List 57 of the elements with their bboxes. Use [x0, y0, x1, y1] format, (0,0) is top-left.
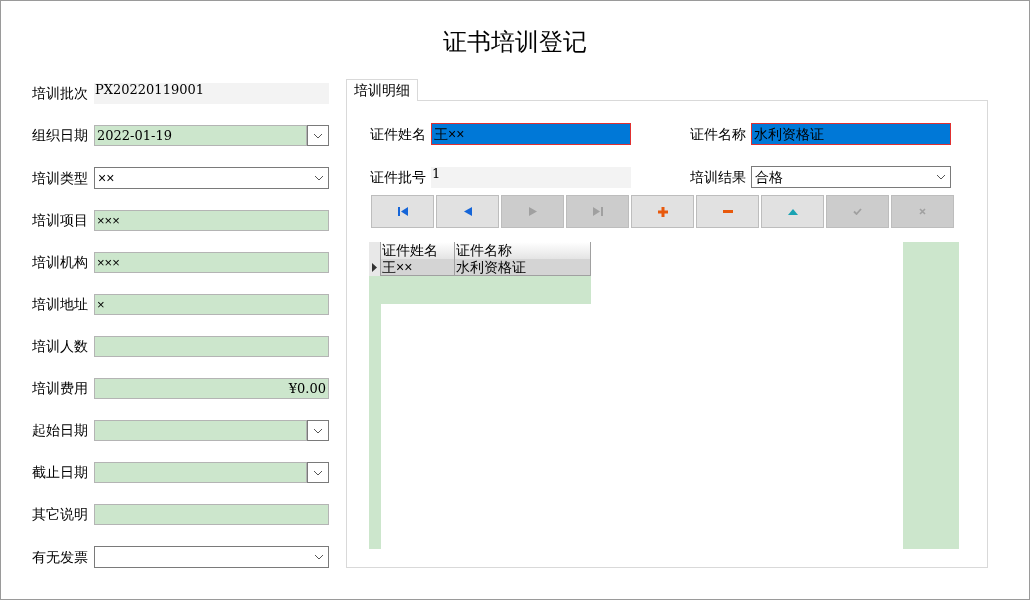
input-field[interactable]: 王×× — [431, 123, 631, 145]
read-only-field: 1 — [431, 166, 631, 188]
field-label: 有无发票 — [32, 547, 89, 567]
field-label: 培训地址 — [32, 295, 89, 314]
plus-icon — [657, 206, 668, 217]
input-field[interactable]: 水利资格证 — [751, 123, 951, 145]
field-label: 组织日期 — [32, 126, 89, 145]
input-field[interactable] — [94, 336, 329, 357]
chevron-down-icon — [313, 427, 323, 434]
dropdown-field[interactable]: ×× — [94, 167, 329, 189]
input-field[interactable]: ¥0.00 — [94, 378, 329, 399]
dropdown-field[interactable]: 合格 — [751, 166, 951, 188]
row-header — [369, 242, 381, 259]
field-label: 其它说明 — [32, 505, 89, 524]
field-label: 培训类型 — [32, 168, 89, 188]
chevron-down-icon — [314, 175, 324, 181]
field-label: 培训项目 — [32, 211, 89, 230]
field-label: 证件名称 — [690, 124, 747, 144]
chevron-down-icon — [314, 554, 324, 560]
date-field[interactable] — [94, 462, 307, 483]
input-field[interactable]: ××× — [94, 210, 329, 231]
dropdown-button[interactable] — [307, 462, 329, 483]
field-label: 培训批次 — [32, 84, 89, 103]
field-label: 培训结果 — [690, 167, 747, 187]
skip-to-start-icon — [397, 207, 408, 216]
date-field[interactable] — [94, 420, 307, 441]
triangle-right-icon — [528, 207, 537, 216]
row-header[interactable] — [369, 259, 381, 276]
field-label: 培训人数 — [32, 337, 89, 356]
tab[interactable]: 培训明细 — [346, 79, 418, 101]
close-icon — [919, 208, 926, 215]
field-label: 培训机构 — [32, 253, 89, 272]
input-field[interactable]: × — [94, 294, 329, 315]
triangle-left-icon — [463, 207, 472, 216]
read-only-field: PX20220119001 — [94, 83, 329, 104]
toolbar-button[interactable] — [631, 195, 694, 228]
date-field[interactable]: 2022-01-19 — [94, 125, 307, 146]
dropdown-button[interactable] — [307, 125, 329, 146]
field-label: 证件批号 — [370, 167, 427, 187]
chevron-down-icon — [313, 132, 323, 139]
input-field[interactable]: ××× — [94, 252, 329, 273]
input-field[interactable] — [94, 504, 329, 525]
checkmark-icon — [853, 208, 862, 215]
chevron-down-icon — [936, 174, 946, 180]
field-label: 起始日期 — [32, 421, 89, 440]
skip-to-end-icon — [592, 207, 603, 216]
current-row-icon — [372, 263, 377, 272]
field-label: 证件姓名 — [370, 124, 427, 144]
dropdown-button[interactable] — [307, 420, 329, 441]
toolbar-button[interactable] — [371, 195, 434, 228]
field-label: 培训费用 — [32, 379, 89, 398]
minus-icon — [722, 210, 733, 213]
triangle-up-icon — [787, 208, 798, 215]
dropdown-field[interactable] — [94, 546, 329, 568]
form-title: 证书培训登记 — [443, 27, 587, 57]
field-label: 截止日期 — [32, 463, 89, 482]
chevron-down-icon — [313, 469, 323, 476]
